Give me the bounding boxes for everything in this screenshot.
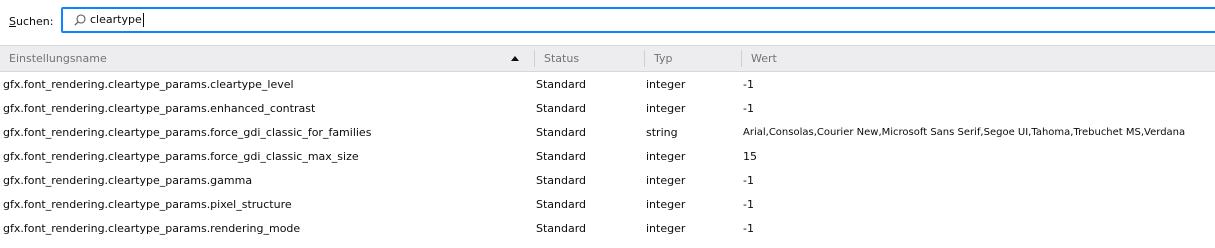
pref-status: Standard — [536, 126, 587, 139]
pref-name: gfx.font_rendering.cleartype_params.gamm… — [3, 174, 253, 187]
pref-type: integer — [646, 78, 686, 91]
pref-status: Standard — [536, 102, 587, 115]
column-header-status-label: Status — [544, 52, 580, 65]
column-divider[interactable] — [534, 50, 535, 67]
text-caret — [142, 13, 144, 27]
column-header-value[interactable]: Wert — [751, 46, 777, 71]
table-row[interactable]: gfx.font_rendering.cleartype_params.pixe… — [0, 193, 1215, 217]
column-header-name[interactable]: Einstellungsname — [9, 46, 107, 71]
pref-status: Standard — [536, 198, 587, 211]
column-header-type[interactable]: Typ — [654, 46, 673, 71]
table-row[interactable]: gfx.font_rendering.cleartype_params.gamm… — [0, 169, 1215, 193]
table-row[interactable]: gfx.font_rendering.cleartype_params.forc… — [0, 145, 1215, 169]
pref-name: gfx.font_rendering.cleartype_params.forc… — [3, 126, 372, 139]
pref-value: -1 — [743, 78, 754, 91]
column-header-value-label: Wert — [751, 52, 777, 65]
pref-type: integer — [646, 102, 686, 115]
pref-type: integer — [646, 174, 686, 187]
table-row[interactable]: gfx.font_rendering.cleartype_params.clea… — [0, 73, 1215, 97]
pref-name: gfx.font_rendering.cleartype_params.clea… — [3, 78, 294, 91]
pref-value: -1 — [743, 198, 754, 211]
search-input-value: cleartype — [90, 13, 142, 26]
pref-name: gfx.font_rendering.cleartype_params.pixe… — [3, 198, 292, 211]
column-header-name-label: Einstellungsname — [9, 52, 107, 65]
pref-status: Standard — [536, 174, 587, 187]
pref-name: gfx.font_rendering.cleartype_params.rend… — [3, 222, 301, 235]
pref-type: integer — [646, 222, 686, 235]
column-divider[interactable] — [644, 50, 645, 67]
column-header-status[interactable]: Status — [544, 46, 579, 71]
table-header: Einstellungsname Status Typ Wert — [0, 45, 1215, 72]
column-divider[interactable] — [741, 50, 742, 67]
pref-type: string — [646, 126, 678, 139]
search-label: Suchen: — [9, 15, 53, 28]
pref-name: gfx.font_rendering.cleartype_params.forc… — [3, 150, 359, 163]
table-row[interactable]: gfx.font_rendering.cleartype_params.rend… — [0, 217, 1215, 241]
search-icon — [74, 14, 86, 26]
pref-status: Standard — [536, 78, 587, 91]
table-row[interactable]: gfx.font_rendering.cleartype_params.forc… — [0, 121, 1215, 145]
pref-type: integer — [646, 198, 686, 211]
search-label-text: uchen: — [15, 15, 54, 28]
pref-value: Arial,Consolas,Courier New,Microsoft San… — [743, 127, 1186, 138]
pref-type: integer — [646, 150, 686, 163]
pref-name: gfx.font_rendering.cleartype_params.enha… — [3, 102, 316, 115]
search-bar: Suchen: cleartype — [0, 0, 1215, 44]
sort-ascending-icon — [511, 56, 519, 61]
search-field[interactable]: cleartype — [61, 7, 1215, 33]
pref-status: Standard — [536, 222, 587, 235]
preferences-table: gfx.font_rendering.cleartype_params.clea… — [0, 73, 1215, 241]
pref-value: -1 — [743, 174, 754, 187]
table-row[interactable]: gfx.font_rendering.cleartype_params.enha… — [0, 97, 1215, 121]
pref-status: Standard — [536, 150, 587, 163]
search-label-accel: S — [9, 15, 16, 28]
pref-value: -1 — [743, 102, 754, 115]
pref-value: -1 — [743, 222, 754, 235]
pref-value: 15 — [743, 150, 757, 163]
search-input[interactable]: cleartype — [90, 13, 144, 27]
column-header-type-label: Typ — [654, 52, 673, 65]
